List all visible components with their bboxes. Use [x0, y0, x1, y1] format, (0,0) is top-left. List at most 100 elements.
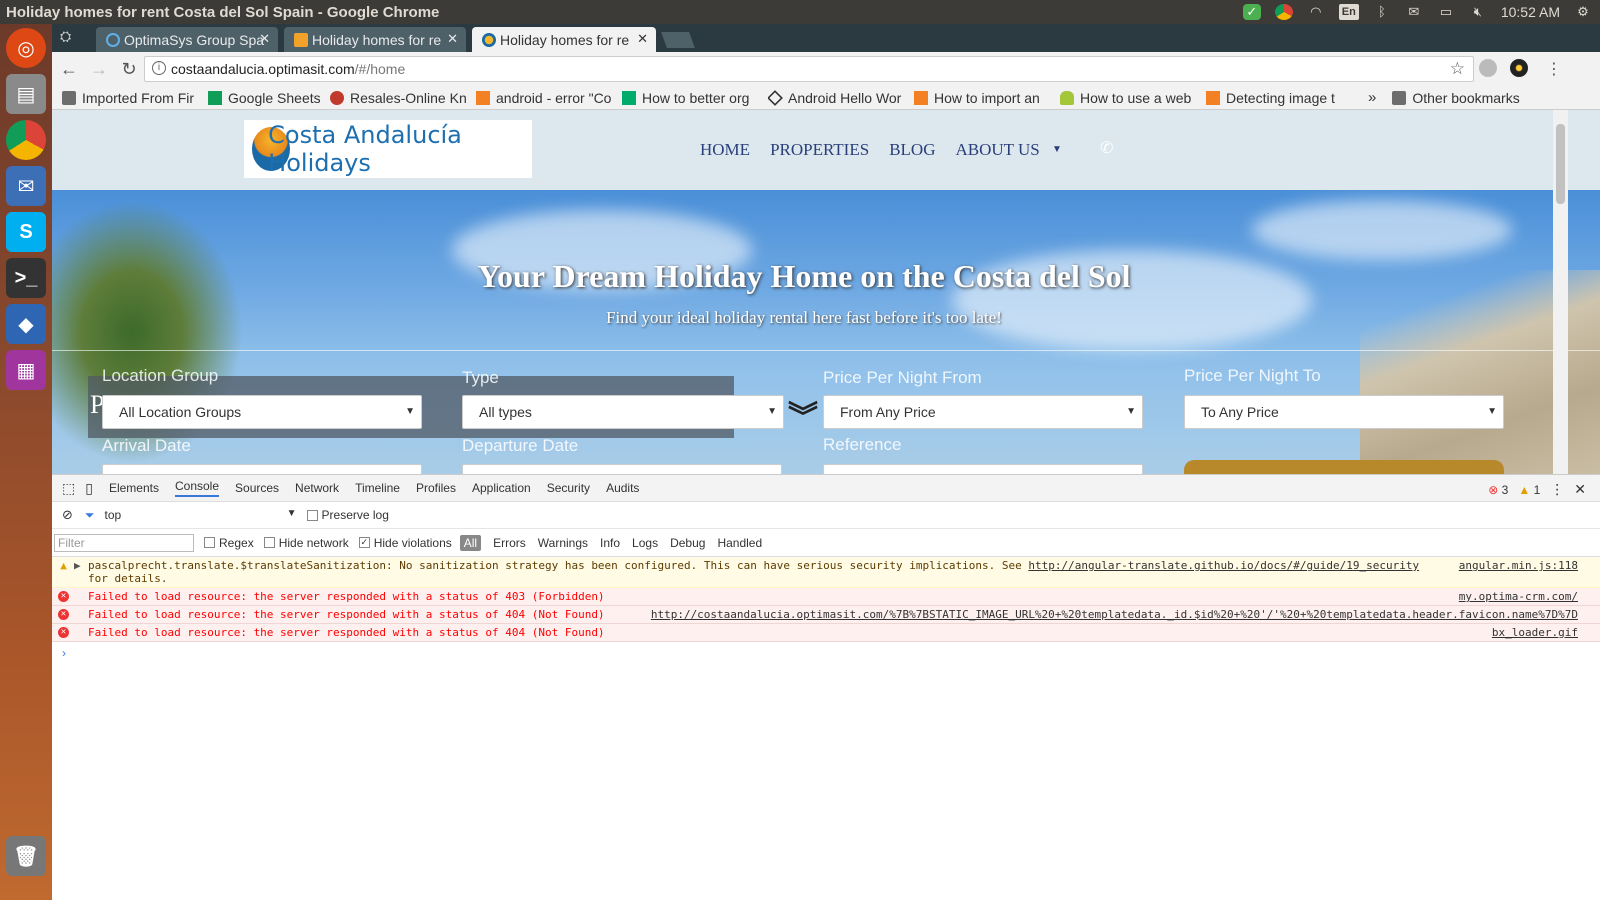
devtools-menu-icon[interactable]: ⋮	[1550, 481, 1564, 498]
console-warning-row[interactable]: ▲ ▶ pascalprecht.translate.$translateSan…	[52, 557, 1600, 588]
nav-properties[interactable]: PROPERTIES	[770, 140, 869, 160]
settings-gear-icon[interactable]: ⚙	[1574, 4, 1592, 20]
message-source-link[interactable]: my.optima-crm.com/	[1459, 590, 1578, 603]
skype-icon[interactable]: S	[6, 212, 46, 252]
bookmark-android-error[interactable]: android - error "Co	[476, 90, 612, 106]
expand-search-chevron-icon[interactable]: ︾	[788, 403, 818, 433]
message-source-link[interactable]: bx_loader.gif	[1492, 626, 1578, 639]
level-info[interactable]: Info	[600, 536, 620, 550]
new-tab-button[interactable]	[661, 32, 695, 48]
search-button[interactable]	[1184, 460, 1504, 474]
tab-holiday-homes-1[interactable]: Holiday homes for re ✕	[284, 27, 466, 52]
nav-about-us[interactable]: ABOUT US	[955, 140, 1039, 160]
device-toolbar-icon[interactable]: ▯	[85, 480, 93, 497]
site-logo[interactable]: Costa Andalucía Holidays	[244, 120, 532, 178]
extension-dark-icon[interactable]	[1510, 59, 1528, 77]
close-tab-icon[interactable]: ✕	[637, 31, 648, 47]
scrollbar-thumb[interactable]	[1556, 124, 1565, 204]
devtools-tab-network[interactable]: Network	[295, 481, 339, 495]
extension-globe-icon[interactable]	[1479, 59, 1497, 77]
reload-icon[interactable]: ↻	[116, 56, 142, 82]
phone-icon[interactable]: ✆	[1100, 138, 1113, 158]
reference-input[interactable]	[823, 464, 1143, 474]
update-check-icon[interactable]: ✓	[1242, 4, 1261, 20]
battery-icon[interactable]: ▭	[1437, 4, 1455, 20]
level-errors[interactable]: Errors	[493, 536, 526, 550]
close-devtools-icon[interactable]: ✕	[1574, 481, 1586, 498]
address-bar[interactable]: i costaandalucia.optimasit.com/#/home ☆	[144, 56, 1474, 82]
message-source-link[interactable]: angular.min.js:118	[1459, 559, 1578, 572]
close-tab-icon[interactable]: ✕	[259, 31, 270, 47]
hide-violations-checkbox[interactable]: ✓	[358, 537, 370, 548]
devtools-tab-security[interactable]: Security	[547, 481, 590, 495]
wifi-icon[interactable]: ◠	[1307, 4, 1325, 20]
bookmark-how-to-import[interactable]: How to import an	[914, 90, 1050, 106]
regex-checkbox[interactable]	[204, 537, 215, 548]
bookmark-how-to-use-web[interactable]: How to use a web	[1060, 90, 1196, 106]
incognito-icon[interactable]: ⛭	[60, 28, 71, 45]
console-prompt[interactable]: ›	[62, 646, 1600, 660]
console-error-row[interactable]: ✕ Failed to load resource: the server re…	[52, 606, 1600, 624]
virtualbox-icon[interactable]: ◆	[6, 304, 46, 344]
page-scrollbar[interactable]	[1553, 110, 1568, 474]
ubuntu-dash-icon[interactable]: ◎	[6, 28, 46, 68]
volume-muted-icon[interactable]: 🔇︎	[1469, 4, 1487, 20]
warning-count-badge[interactable]: ▲ 1	[1518, 483, 1540, 497]
bookmark-google-sheets[interactable]: Google Sheets	[208, 90, 320, 106]
tab-holiday-homes-active[interactable]: Holiday homes for re ✕	[472, 27, 656, 52]
inspect-element-icon[interactable]: ⬚	[62, 480, 75, 497]
language-dropdown-caret-icon[interactable]: ▼	[1052, 144, 1062, 155]
devtools-tab-profiles[interactable]: Profiles	[416, 481, 456, 495]
level-debug[interactable]: Debug	[670, 536, 705, 550]
console-error-row[interactable]: ✕ Failed to load resource: the server re…	[52, 588, 1600, 606]
level-handled[interactable]: Handled	[717, 536, 762, 550]
other-bookmarks-folder[interactable]: Other bookmarks	[1392, 90, 1520, 106]
mail-icon[interactable]: ✉	[1405, 4, 1423, 20]
nav-blog[interactable]: BLOG	[889, 140, 935, 160]
level-warnings[interactable]: Warnings	[538, 536, 588, 550]
devtools-tab-timeline[interactable]: Timeline	[355, 481, 400, 495]
filter-funnel-icon[interactable]: ⏷	[85, 508, 95, 523]
devtools-tab-elements[interactable]: Elements	[109, 481, 159, 495]
bookmark-how-to-better[interactable]: How to better org	[622, 90, 758, 106]
bookmark-folder-imported[interactable]: Imported From Fir	[62, 90, 198, 106]
nav-home[interactable]: HOME	[700, 140, 750, 160]
files-icon[interactable]: ▤	[6, 74, 46, 114]
devtools-tab-sources[interactable]: Sources	[235, 481, 279, 495]
chrome-launcher-icon[interactable]	[6, 120, 46, 160]
tab-optimasys[interactable]: OptimaSys Group Spa ✕	[96, 27, 278, 52]
bookmark-resales-online[interactable]: Resales-Online Kn	[330, 90, 466, 106]
bookmark-detecting-image[interactable]: Detecting image t	[1206, 90, 1342, 106]
location-group-select[interactable]: All Location Groups ▼	[102, 395, 422, 429]
type-select[interactable]: All types ▼	[462, 395, 784, 429]
site-info-icon[interactable]: i	[152, 61, 166, 75]
bluetooth-icon[interactable]: ᛒ	[1373, 4, 1391, 20]
message-source-link[interactable]: http://costaandalucia.optimasit.com/%7B%…	[651, 608, 1578, 621]
devtools-tab-application[interactable]: Application	[472, 481, 531, 495]
arrival-date-input[interactable]	[102, 464, 422, 474]
app-window-icon[interactable]: ▦	[6, 350, 46, 390]
more-bookmarks-chevron[interactable]: »	[1368, 89, 1376, 106]
message-link[interactable]: http://angular-translate.github.io/docs/…	[1028, 559, 1419, 572]
error-count-badge[interactable]: ⊗ 3	[1488, 483, 1508, 497]
keyboard-language-indicator[interactable]: En	[1338, 4, 1359, 20]
trash-icon[interactable]: 🗑︎	[6, 836, 46, 876]
expand-triangle-icon[interactable]: ▶	[74, 559, 81, 572]
console-filter-input[interactable]: Filter	[54, 533, 194, 552]
thunderbird-icon[interactable]: ✉	[6, 166, 46, 206]
context-select[interactable]: top ▼	[105, 508, 297, 522]
terminal-icon[interactable]: >_	[6, 258, 46, 298]
forward-arrow-icon[interactable]: →	[86, 56, 112, 82]
clear-console-icon[interactable]: ⊘	[62, 507, 73, 523]
bookmark-android-hello[interactable]: Android Hello Wor	[768, 90, 904, 106]
preserve-log-checkbox[interactable]	[306, 509, 318, 521]
devtools-tab-console[interactable]: Console	[174, 479, 220, 497]
back-arrow-icon[interactable]: ←	[56, 56, 82, 82]
departure-date-input[interactable]	[462, 464, 782, 474]
chrome-menu-icon[interactable]: ⋮	[1546, 59, 1562, 79]
hide-network-checkbox[interactable]	[263, 537, 275, 548]
clock[interactable]: 10:52 AM	[1501, 4, 1560, 20]
level-logs[interactable]: Logs	[632, 536, 658, 550]
price-from-select[interactable]: From Any Price ▼	[823, 395, 1143, 429]
level-all[interactable]: All	[459, 534, 482, 551]
